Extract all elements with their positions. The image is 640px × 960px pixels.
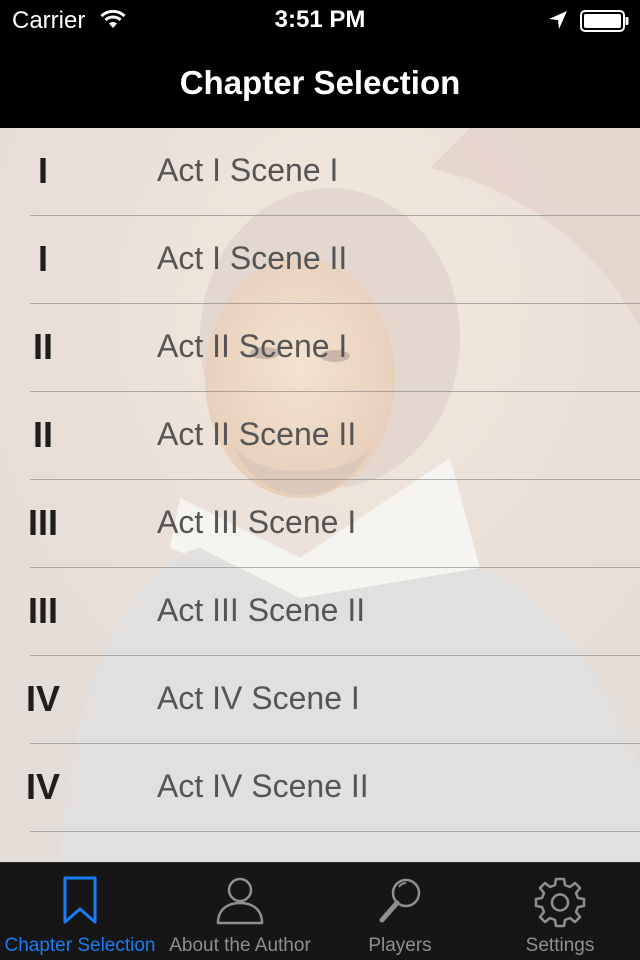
chapter-title: Act II Scene I [157,328,348,364]
act-numeral: III [27,590,58,631]
tab-bar: Chapter Selection About the Author Playe… [0,862,640,960]
chapter-row[interactable]: III Act III Scene I [0,480,640,568]
chapter-title: Act II Scene II [157,416,357,452]
chapter-title: Act IV Scene II [157,768,369,804]
location-arrow-icon [548,10,568,35]
tab-about-the-author[interactable]: About the Author [160,863,320,960]
tab-settings[interactable]: Settings [480,863,640,960]
gear-icon [533,875,587,934]
act-numeral: I [37,150,48,191]
chapter-row[interactable]: V [0,832,640,862]
chapter-row[interactable]: I Act I Scene II [0,216,640,304]
chapter-row[interactable]: IV Act IV Scene II [0,744,640,832]
act-numeral: II [32,326,53,367]
chapter-title: Act I Scene II [157,240,348,276]
chapter-title: Act III Scene II [157,592,366,628]
tab-label: Settings [525,935,595,956]
act-numeral: I [37,238,48,279]
act-numeral: V [0,854,86,862]
chapter-list-view[interactable]: I Act I Scene I I Act I Scene II II Act … [0,128,640,862]
chapter-row[interactable]: III Act III Scene II [0,568,640,656]
chapter-list: I Act I Scene I I Act I Scene II II Act … [0,128,640,862]
tab-label: Chapter Selection [4,935,156,956]
tab-label: About the Author [169,935,311,956]
act-numeral: II [32,414,53,455]
person-icon [214,875,266,932]
tab-players[interactable]: Players [320,863,480,960]
magnifier-icon [374,875,426,932]
chapter-title: Act III Scene I [157,504,357,540]
chapter-title: Act IV Scene I [157,680,360,716]
bookmark-icon [60,875,100,932]
tab-chapter-selection[interactable]: Chapter Selection [0,863,160,960]
status-time: 3:51 PM [274,6,366,33]
status-bar: Carrier 3:51 PM [0,0,640,40]
battery-icon [580,10,630,37]
act-numeral: IV [25,766,60,807]
act-numeral: III [27,502,58,543]
chapter-row[interactable]: II Act II Scene I [0,304,640,392]
chapter-row[interactable]: II Act II Scene II [0,392,640,480]
act-numeral: IV [25,678,60,719]
chapter-row[interactable]: I Act I Scene I [0,128,640,216]
navigation-bar: Chapter Selection [0,40,640,128]
tab-label: Players [368,935,432,956]
page-title: Chapter Selection [179,64,461,101]
chapter-title: Act I Scene I [157,152,339,188]
chapter-row[interactable]: IV Act IV Scene I [0,656,640,744]
